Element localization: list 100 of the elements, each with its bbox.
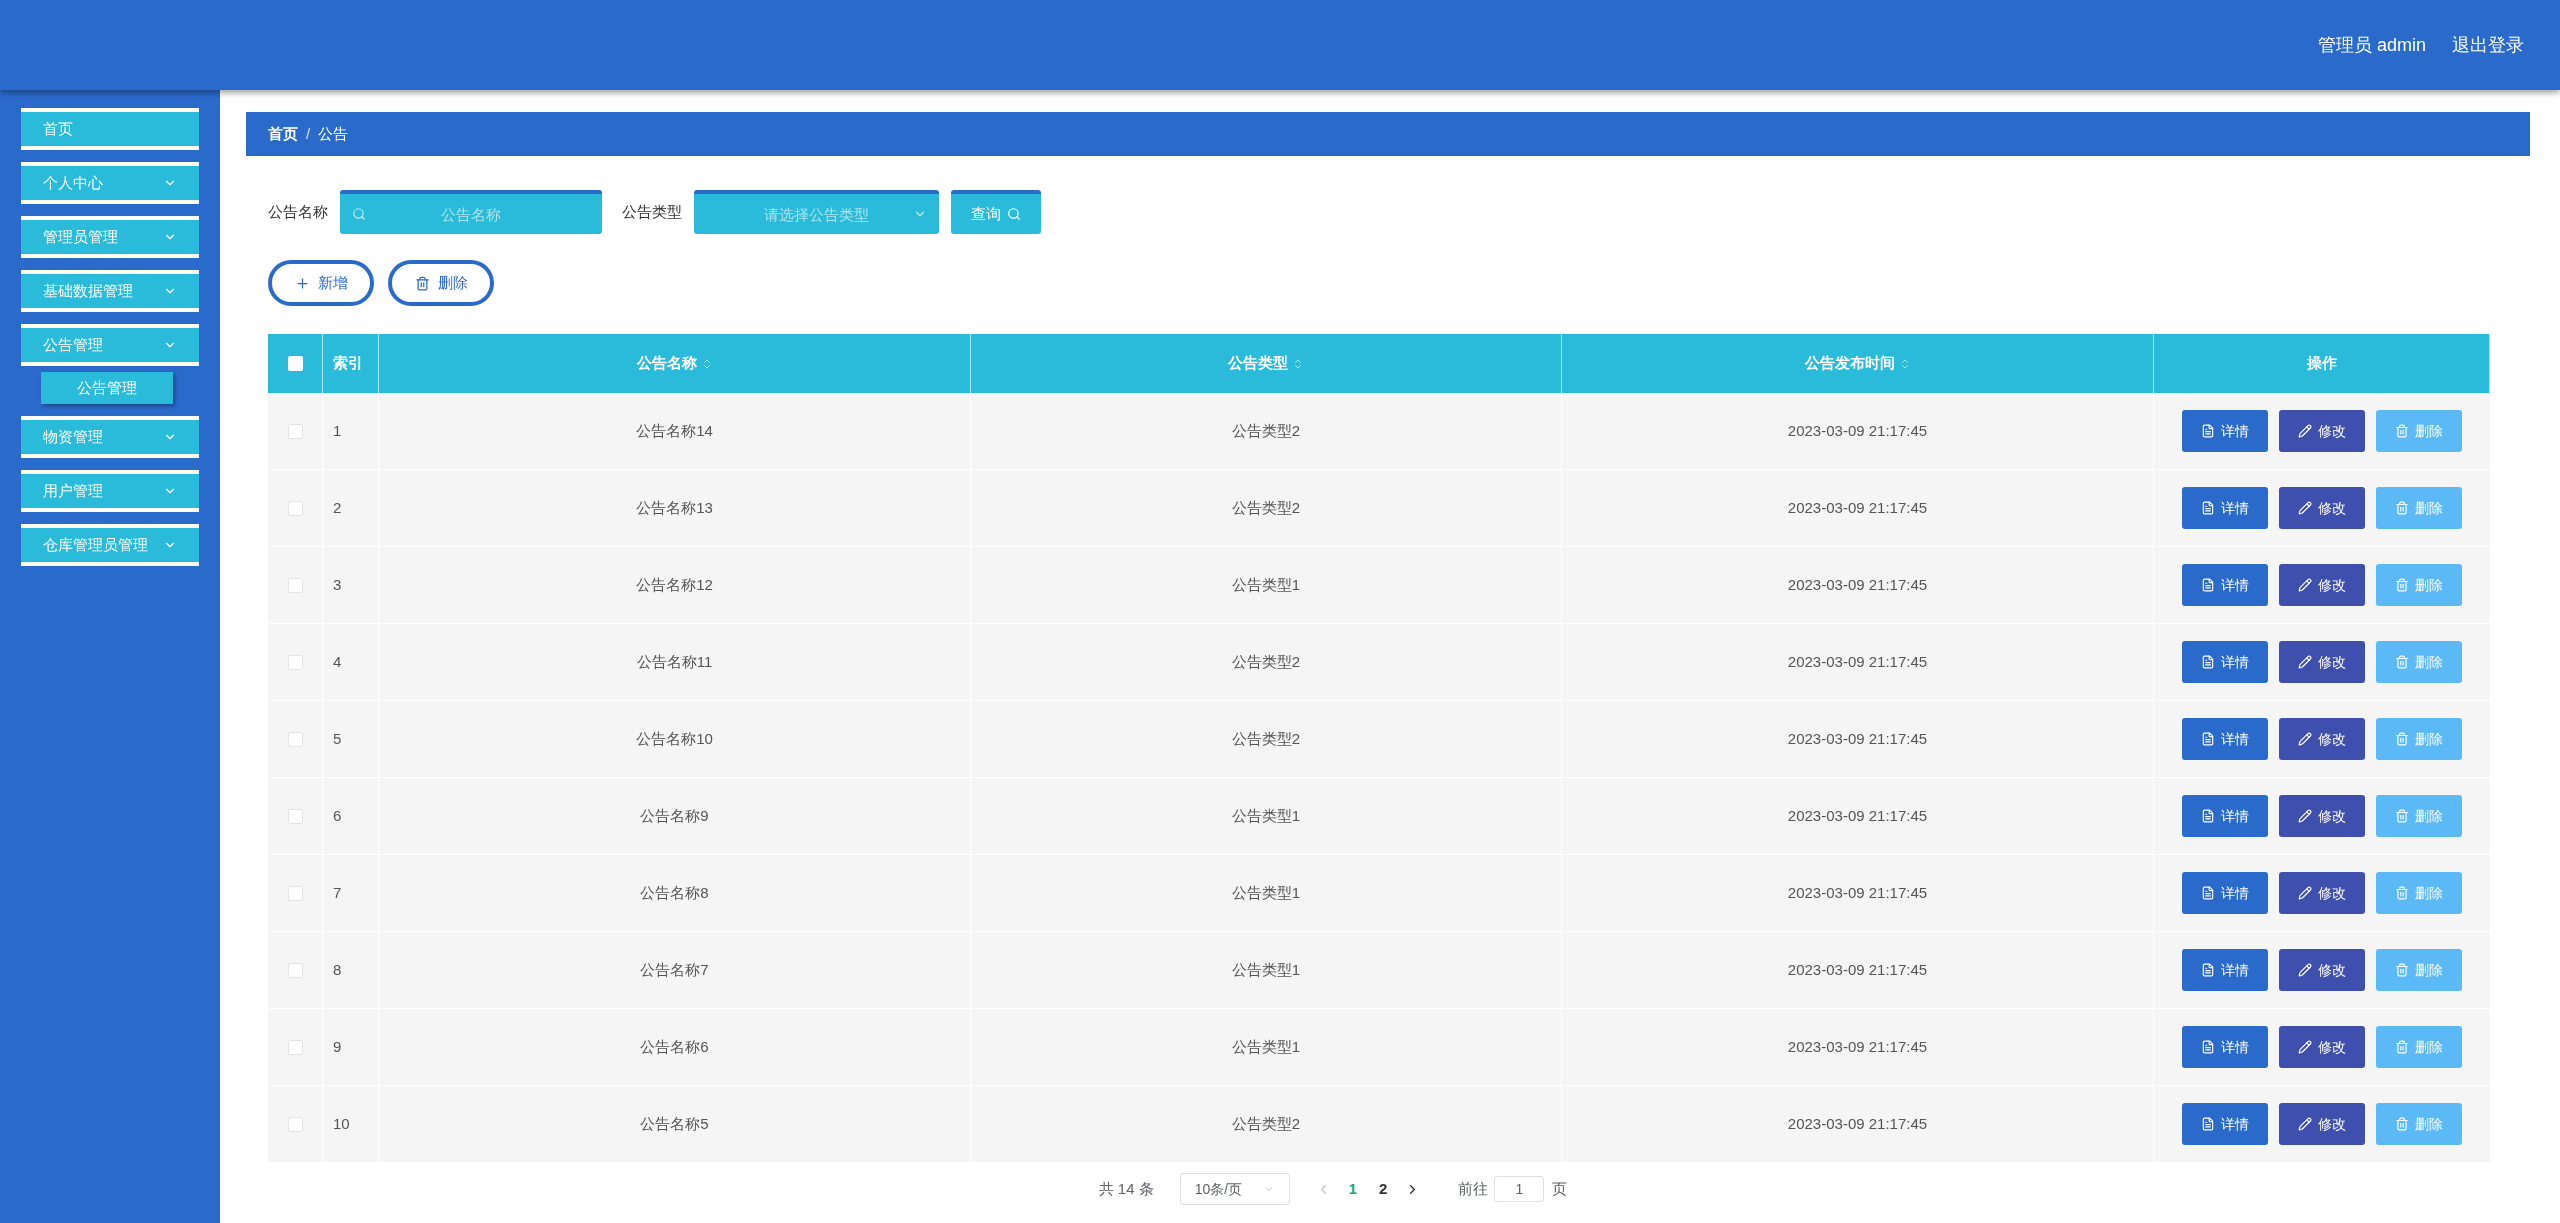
checkbox[interactable] xyxy=(287,1116,303,1132)
table-cell-text: 公告名称12 xyxy=(636,574,713,595)
table-cell-text: 公告类型1 xyxy=(1231,882,1301,903)
edit-button[interactable]: 修改 xyxy=(2279,564,2365,606)
table-cell-text: 公告类型1 xyxy=(1231,574,1301,595)
page-unit-label: 页 xyxy=(1552,1178,1568,1199)
table-cell-text: 2023-03-09 21:17:45 xyxy=(1787,882,1928,903)
edit-button[interactable]: 修改 xyxy=(2279,795,2365,837)
checkbox[interactable] xyxy=(287,500,303,516)
details-button[interactable]: 详情 xyxy=(2182,1026,2268,1068)
column-header: 公告类型 xyxy=(1228,353,1288,374)
table-cell-text: 1 xyxy=(333,420,342,441)
edit-button[interactable]: 修改 xyxy=(2279,487,2365,529)
breadcrumb-item[interactable]: 公告 xyxy=(318,122,349,146)
edit-button[interactable]: 修改 xyxy=(2279,1103,2365,1145)
details-button[interactable]: 详情 xyxy=(2182,949,2268,991)
table-cell-text: 公告类型2 xyxy=(1231,420,1301,441)
document-icon xyxy=(2201,1040,2215,1054)
checkbox[interactable] xyxy=(287,731,303,747)
table-cell-text: 公告名称13 xyxy=(636,497,713,518)
logout-link[interactable]: 退出登录 xyxy=(2452,31,2524,59)
pencil-icon xyxy=(2298,886,2312,900)
pencil-icon xyxy=(2298,424,2312,438)
table-cell-text: 公告类型2 xyxy=(1231,1113,1301,1134)
search-icon xyxy=(352,207,366,221)
delete-button[interactable]: 删除 xyxy=(388,260,494,306)
checkbox[interactable] xyxy=(287,885,303,901)
edit-button[interactable]: 修改 xyxy=(2279,718,2365,760)
trash-icon xyxy=(2395,655,2409,669)
checkbox[interactable] xyxy=(287,356,303,371)
document-icon xyxy=(2201,578,2215,592)
edit-button[interactable]: 修改 xyxy=(2279,872,2365,914)
table-cell-text: 5 xyxy=(333,728,342,749)
edit-button[interactable]: 修改 xyxy=(2279,410,2365,452)
edit-button[interactable]: 修改 xyxy=(2279,1026,2365,1068)
document-icon xyxy=(2201,655,2215,669)
pencil-icon xyxy=(2298,501,2312,515)
details-button[interactable]: 详情 xyxy=(2182,410,2268,452)
table-cell-text: 2023-03-09 21:17:45 xyxy=(1787,959,1928,980)
field-label: 公告名称 xyxy=(268,201,328,222)
table-cell-text: 3 xyxy=(333,574,342,595)
table-cell-text: 公告类型2 xyxy=(1231,728,1301,749)
pencil-icon xyxy=(2298,578,2312,592)
details-button[interactable]: 详情 xyxy=(2182,487,2268,529)
checkbox[interactable] xyxy=(287,423,303,439)
table-cell-text: 10 xyxy=(333,1113,350,1134)
checkbox[interactable] xyxy=(287,962,303,978)
total-count: 共 14 条 xyxy=(1098,1178,1154,1199)
checkbox[interactable] xyxy=(287,1039,303,1055)
pencil-icon xyxy=(2298,655,2312,669)
document-icon xyxy=(2201,424,2215,438)
search-icon xyxy=(1007,207,1021,221)
plus-icon xyxy=(294,275,310,291)
details-button[interactable]: 详情 xyxy=(2182,564,2268,606)
trash-icon xyxy=(2395,1040,2409,1054)
table-cell-text: 2023-03-09 21:17:45 xyxy=(1787,420,1928,441)
trash-icon xyxy=(414,275,430,291)
search-field[interactable]: 公告名称 xyxy=(340,190,602,234)
add-button[interactable]: 新增 xyxy=(268,260,374,306)
document-icon xyxy=(2201,963,2215,977)
checkbox[interactable] xyxy=(287,808,303,824)
table-cell-text: 2023-03-09 21:17:45 xyxy=(1787,574,1928,595)
pencil-icon xyxy=(2298,1040,2312,1054)
trash-icon xyxy=(2395,501,2409,515)
table-cell-text: 6 xyxy=(333,805,342,826)
table-cell-text: 公告名称5 xyxy=(640,1113,709,1134)
details-button[interactable]: 详情 xyxy=(2182,718,2268,760)
table-cell-text: 公告名称6 xyxy=(640,1036,709,1057)
details-button[interactable]: 详情 xyxy=(2182,795,2268,837)
details-button[interactable]: 详情 xyxy=(2182,641,2268,683)
pencil-icon xyxy=(2298,732,2312,746)
trash-icon xyxy=(2395,809,2409,823)
document-icon xyxy=(2201,1117,2215,1131)
table-cell-text: 公告类型1 xyxy=(1231,959,1301,980)
details-button[interactable]: 详情 xyxy=(2182,872,2268,914)
breadcrumb-item[interactable]: 首页 xyxy=(268,122,298,146)
table-cell-text: 公告名称11 xyxy=(636,651,713,672)
checkbox[interactable] xyxy=(287,577,303,593)
table-cell-text: 2023-03-09 21:17:45 xyxy=(1787,1113,1928,1134)
table-cell-text: 2023-03-09 21:17:45 xyxy=(1787,805,1928,826)
edit-button[interactable]: 修改 xyxy=(2279,641,2365,683)
page-number[interactable]: 2 xyxy=(1375,1177,1392,1201)
page-input[interactable]: 1 xyxy=(1494,1176,1545,1202)
page-size-select[interactable]: 10条/页 xyxy=(1179,1173,1290,1205)
details-button[interactable]: 详情 xyxy=(2182,1103,2268,1145)
breadcrumb-separator: / xyxy=(306,123,311,144)
select-field[interactable]: 请选择公告类型 xyxy=(694,190,939,234)
table-cell-text: 公告类型1 xyxy=(1231,1036,1301,1057)
trash-icon xyxy=(2395,1117,2409,1131)
trash-icon xyxy=(2395,963,2409,977)
table-cell-text: 9 xyxy=(333,1036,342,1057)
table-cell-text: 2023-03-09 21:17:45 xyxy=(1787,1036,1928,1057)
document-icon xyxy=(2201,501,2215,515)
user-label: 管理员 admin xyxy=(2317,33,2426,57)
edit-button[interactable]: 修改 xyxy=(2279,949,2365,991)
checkbox[interactable] xyxy=(287,654,303,670)
pencil-icon xyxy=(2298,1117,2312,1131)
page-number[interactable]: 1 xyxy=(1344,1177,1361,1201)
table-cell-text: 2023-03-09 21:17:45 xyxy=(1787,497,1928,518)
sort-icon[interactable] xyxy=(1292,357,1304,370)
